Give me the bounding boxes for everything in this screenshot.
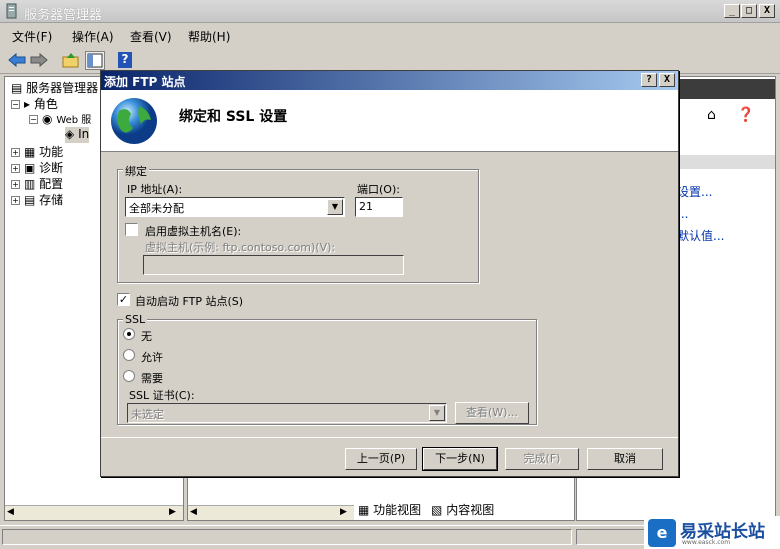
tree-features[interactable]: + ▦ 功能 bbox=[11, 143, 63, 159]
previous-button[interactable]: 上一页(P) bbox=[345, 448, 417, 470]
dropdown-arrow-icon[interactable]: ▼ bbox=[327, 199, 343, 215]
tree-roles[interactable]: − ▸ 角色 bbox=[11, 95, 58, 111]
server-icon: ▤ bbox=[11, 81, 23, 95]
features-view-icon: ▦ bbox=[358, 503, 370, 517]
show-hide-tree-icon[interactable] bbox=[85, 51, 105, 70]
tree-storage[interactable]: + ▤ 存储 bbox=[11, 191, 63, 207]
features-icon: ▦ bbox=[24, 145, 36, 159]
title-bar: 服务器管理器 _ □ X bbox=[0, 0, 780, 23]
content-view-tab[interactable]: 内容视图 bbox=[446, 503, 494, 517]
configuration-icon: ▥ bbox=[24, 177, 36, 191]
expand-icon[interactable]: + bbox=[11, 196, 20, 205]
port-field[interactable]: 21 bbox=[355, 197, 403, 217]
collapse-icon[interactable]: − bbox=[29, 115, 38, 124]
diagnostics-icon: ▣ bbox=[24, 161, 36, 175]
port-label: 端口(O): bbox=[357, 183, 400, 196]
dialog-title: 添加 FTP 站点 bbox=[104, 75, 186, 89]
up-folder-icon[interactable] bbox=[62, 52, 80, 71]
tree-iis[interactable]: ◈ In bbox=[65, 127, 90, 143]
ssl-require-label: 需要 bbox=[141, 372, 163, 385]
watermark-subtext: www.easck.com bbox=[682, 539, 731, 546]
web-server-icon: ◉ bbox=[42, 112, 53, 126]
expand-icon[interactable]: + bbox=[11, 148, 20, 157]
tree-root[interactable]: ▤ 服务器管理器 bbox=[11, 79, 98, 95]
content-view-icon: ▧ bbox=[431, 503, 443, 517]
status-panel bbox=[2, 529, 572, 545]
dialog-title-bar: 添加 FTP 站点 ? X bbox=[101, 71, 678, 90]
ssl-cert-label: SSL 证书(C): bbox=[129, 389, 195, 402]
help-icon[interactable]: ? bbox=[118, 52, 132, 68]
dialog-header: 绑定和 SSL 设置 bbox=[101, 90, 678, 152]
vhost-checkbox[interactable] bbox=[125, 223, 138, 236]
next-button[interactable]: 下一步(N) bbox=[422, 447, 498, 471]
tree-diagnostics[interactable]: + ▣ 诊断 bbox=[11, 159, 63, 175]
view-cert-button[interactable]: 查看(W)... bbox=[455, 402, 529, 424]
scroll-right-icon[interactable]: ▶ bbox=[340, 507, 347, 517]
vhost-check-label: 启用虚拟主机名(E): bbox=[145, 225, 242, 238]
scroll-left-icon[interactable]: ◀ bbox=[7, 507, 14, 517]
iis-icon: ◈ bbox=[65, 127, 75, 141]
view-switcher: ▦ 功能视图 ▧ 内容视图 bbox=[358, 501, 554, 521]
collapse-icon[interactable]: − bbox=[11, 100, 20, 109]
watermark: e 易采站长站 www.easck.com bbox=[644, 516, 780, 549]
ssl-allow-radio[interactable] bbox=[123, 349, 135, 361]
binding-group-label: 绑定 bbox=[123, 163, 149, 179]
expand-icon[interactable]: + bbox=[11, 180, 20, 189]
forward-arrow-icon[interactable] bbox=[30, 52, 48, 71]
ssl-group-label: SSL bbox=[123, 313, 148, 326]
autostart-checkbox[interactable]: ✓ bbox=[117, 293, 130, 306]
finish-button[interactable]: 完成(F) bbox=[505, 448, 579, 470]
cancel-button[interactable]: 取消 bbox=[587, 448, 663, 470]
ssl-none-radio[interactable] bbox=[123, 328, 135, 340]
help-circle-icon[interactable]: ❓ bbox=[737, 107, 754, 123]
add-ftp-site-dialog: 添加 FTP 站点 ? X 绑定和 SSL 设置 绑定 IP 地址(A): 全部… bbox=[100, 70, 679, 477]
globe-icon bbox=[109, 96, 159, 149]
tree-h-scrollbar[interactable]: ◀ ▶ bbox=[5, 505, 183, 520]
storage-icon: ▤ bbox=[24, 193, 36, 207]
window-title: 服务器管理器 bbox=[24, 8, 103, 23]
dialog-close-button[interactable]: X bbox=[659, 73, 675, 87]
menu-bar: 文件(F) 操作(A) 查看(V) 帮助(H) bbox=[0, 24, 780, 46]
tree-configuration[interactable]: + ▥ 配置 bbox=[11, 175, 63, 191]
scroll-left-icon[interactable]: ◀ bbox=[190, 507, 197, 517]
expand-icon[interactable]: + bbox=[11, 164, 20, 173]
mid-h-scrollbar[interactable]: ◀ ▶ bbox=[188, 505, 354, 520]
action-link-settings[interactable]: 设置... bbox=[677, 183, 712, 200]
server-manager-icon bbox=[4, 3, 20, 19]
dialog-help-button[interactable]: ? bbox=[641, 73, 657, 87]
autostart-label: 自动启动 FTP 站点(S) bbox=[135, 295, 244, 308]
menu-action[interactable]: 操作(A) bbox=[72, 28, 114, 45]
dropdown-arrow-icon[interactable]: ▼ bbox=[429, 405, 445, 421]
dialog-heading: 绑定和 SSL 设置 bbox=[179, 109, 288, 125]
roles-icon: ▸ bbox=[24, 97, 31, 111]
menu-view[interactable]: 查看(V) bbox=[130, 28, 172, 45]
close-button[interactable]: X bbox=[759, 4, 775, 18]
ssl-cert-combo[interactable]: 未选定 ▼ bbox=[127, 403, 447, 423]
ssl-require-radio[interactable] bbox=[123, 370, 135, 382]
ssl-none-label: 无 bbox=[141, 330, 152, 343]
watermark-logo-icon: e bbox=[648, 519, 676, 547]
vhost-field[interactable] bbox=[143, 255, 404, 275]
back-arrow-icon[interactable] bbox=[8, 52, 26, 71]
features-view-tab[interactable]: 功能视图 bbox=[373, 503, 421, 517]
action-link-defaults[interactable]: 默认值... bbox=[677, 227, 724, 244]
vhost-label: 虚拟主机(示例: ftp.contoso.com)(V): bbox=[145, 241, 336, 254]
ip-address-label: IP 地址(A): bbox=[127, 183, 183, 196]
footer-divider bbox=[101, 437, 678, 438]
ssl-allow-label: 允许 bbox=[141, 351, 163, 364]
home-icon[interactable]: ⌂ bbox=[707, 107, 716, 123]
scroll-right-icon[interactable]: ▶ bbox=[169, 507, 176, 517]
minimize-button[interactable]: _ bbox=[724, 4, 740, 18]
menu-help[interactable]: 帮助(H) bbox=[188, 28, 230, 45]
tree-web[interactable]: − ◉ Web 服 bbox=[29, 111, 91, 127]
ip-address-combo[interactable]: 全部未分配 ▼ bbox=[125, 197, 345, 217]
maximize-button[interactable]: □ bbox=[741, 4, 757, 18]
menu-file[interactable]: 文件(F) bbox=[12, 28, 52, 45]
